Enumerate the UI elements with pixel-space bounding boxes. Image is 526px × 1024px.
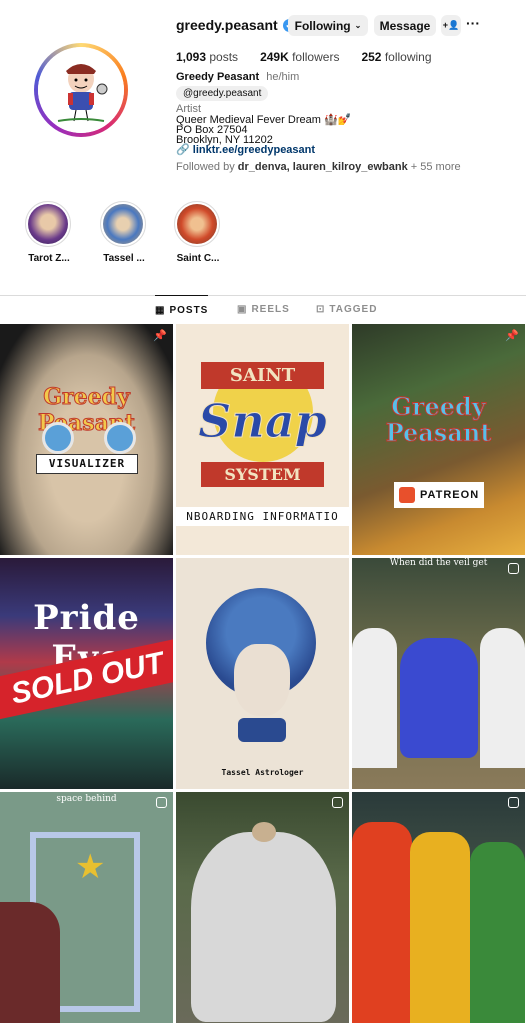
highlight-tarot[interactable]: Tarot Z... — [25, 201, 73, 264]
post-tile[interactable]: When did the veil get — [352, 558, 525, 789]
highlight-saint-cover — [177, 204, 217, 244]
chevron-down-icon: ⌄ — [354, 21, 362, 30]
post-tile[interactable]: Tassel Astrologer — [176, 558, 349, 789]
grid-icon: ▦ — [155, 305, 166, 316]
profile-tabs: ▦ POSTS ▣ REELS ⊡ TAGGED — [0, 295, 526, 326]
tab-tagged[interactable]: ⊡ TAGGED — [316, 304, 377, 315]
pin-icon: 📌 — [153, 330, 167, 342]
add-person-icon: +👤 — [442, 20, 460, 30]
posts-grid: Greedy Peasant VISUALIZER 📌 SAINT Snap S… — [0, 324, 526, 1024]
posts-label: posts — [209, 50, 239, 64]
highlight-label: Tarot Z... — [28, 253, 70, 264]
pin-icon: 📌 — [505, 330, 519, 342]
message-button-label: Message — [379, 18, 431, 33]
following-label: following — [384, 50, 432, 64]
post-caption: VISUALIZER — [36, 454, 138, 474]
post-title-top: SAINT — [201, 362, 324, 389]
display-name-row: Greedy Peasant he/him — [176, 72, 299, 83]
following-button[interactable]: Following ⌄ — [288, 15, 368, 36]
post-caption: When did the veil get — [389, 558, 488, 568]
draped-figure — [191, 832, 336, 1022]
tab-reels-label: REELS — [251, 304, 290, 315]
display-name: Greedy Peasant — [176, 71, 260, 83]
post-caption: PATREON — [420, 489, 480, 501]
post-tile[interactable]: Greedy Peasant PATREON 📌 — [352, 324, 525, 555]
eye-decoration — [42, 422, 74, 454]
post-title-mid: Snap — [198, 394, 328, 449]
tab-tagged-label: TAGGED — [329, 304, 378, 315]
post-title-bottom: SYSTEM — [201, 462, 324, 487]
blue-figure — [400, 638, 478, 758]
highlight-tassel[interactable]: Tassel ... — [100, 201, 148, 264]
pronouns: he/him — [266, 71, 300, 83]
reels-icon: ▣ — [237, 304, 248, 315]
following-button-label: Following — [294, 18, 351, 33]
post-tile[interactable]: space behind ★ — [0, 792, 173, 1023]
patreon-badge: PATREON — [394, 482, 484, 508]
red-costume — [352, 822, 412, 1023]
posts-stat: 1,093 posts — [176, 50, 238, 64]
highlight-label: Tassel ... — [103, 253, 145, 264]
green-costume — [470, 842, 525, 1023]
suggest-users-button[interactable]: +👤 — [441, 15, 461, 36]
post-caption: NBOARDING INFORMATIO — [176, 507, 349, 526]
followed-by[interactable]: Followed by dr_denva, lauren_kilroy_ewba… — [176, 162, 461, 173]
post-tile[interactable]: SAINT Snap SYSTEM NBOARDING INFORMATIO — [176, 324, 349, 555]
reel-icon — [508, 797, 519, 808]
post-tile[interactable] — [176, 792, 349, 1023]
eye-decoration — [104, 422, 136, 454]
reel-icon — [508, 563, 519, 574]
posts-count: 1,093 — [176, 50, 207, 64]
username: greedy.peasant — [176, 17, 278, 33]
mannequin-face — [234, 644, 290, 716]
threads-handle: greedy.peasant — [193, 88, 262, 99]
post-caption: space behind — [56, 794, 117, 804]
followed-by-prefix: Followed by — [176, 161, 238, 173]
tab-reels[interactable]: ▣ REELS — [237, 304, 290, 315]
highlight-tassel-cover — [103, 204, 143, 244]
reel-icon — [156, 797, 167, 808]
more-options-icon[interactable]: ··· — [466, 15, 480, 31]
post-title: Greedy Peasant — [37, 384, 135, 437]
post-tile[interactable]: Pride Eve SOLD OUT — [0, 558, 173, 789]
highlight-tarot-cover — [28, 204, 68, 244]
tab-posts[interactable]: ▦ POSTS — [155, 295, 209, 316]
threads-badge[interactable]: @greedy.peasant — [176, 86, 269, 101]
tagged-icon: ⊡ — [316, 304, 326, 315]
avatar-illustration — [38, 47, 124, 133]
profile-stats: 1,093 posts 249K followers 252 following — [176, 50, 432, 64]
following-stat[interactable]: 252 following — [361, 50, 431, 64]
yellow-costume — [410, 832, 470, 1023]
highlight-saint[interactable]: Saint C... — [174, 201, 222, 264]
patreon-icon — [399, 487, 415, 503]
followers-count: 249K — [260, 50, 289, 64]
tab-posts-label: POSTS — [169, 305, 209, 316]
message-button[interactable]: Message — [374, 15, 436, 36]
arm-decoration — [0, 902, 60, 1023]
followers-stat[interactable]: 249K followers — [260, 50, 339, 64]
bio-link[interactable]: 🔗 linktr.ee/greedypeasant — [176, 145, 315, 156]
following-count: 252 — [361, 50, 382, 64]
followed-by-more: + 55 more — [407, 161, 461, 173]
star-icon: ★ — [75, 848, 106, 886]
white-robed-figure — [480, 628, 525, 768]
reel-icon — [332, 797, 343, 808]
followed-by-names: dr_denva, lauren_kilroy_ewbank — [237, 161, 408, 173]
post-tile[interactable]: Greedy Peasant VISUALIZER 📌 — [0, 324, 173, 555]
threads-icon: @ — [183, 88, 194, 99]
post-caption: Tassel Astrologer — [221, 768, 304, 777]
figure-head — [252, 822, 276, 842]
profile-avatar[interactable] — [34, 43, 128, 137]
followers-label: followers — [292, 50, 340, 64]
post-title: Greedy Peasant — [385, 392, 492, 447]
white-robed-figure — [352, 628, 397, 768]
username-row: greedy.peasant ✓ — [176, 17, 296, 33]
link-icon: 🔗 — [176, 144, 190, 156]
post-tile[interactable] — [352, 792, 525, 1023]
highlight-label: Saint C... — [176, 253, 220, 264]
neck-decoration — [238, 718, 286, 742]
bio-link-text: linktr.ee/greedypeasant — [192, 144, 316, 156]
